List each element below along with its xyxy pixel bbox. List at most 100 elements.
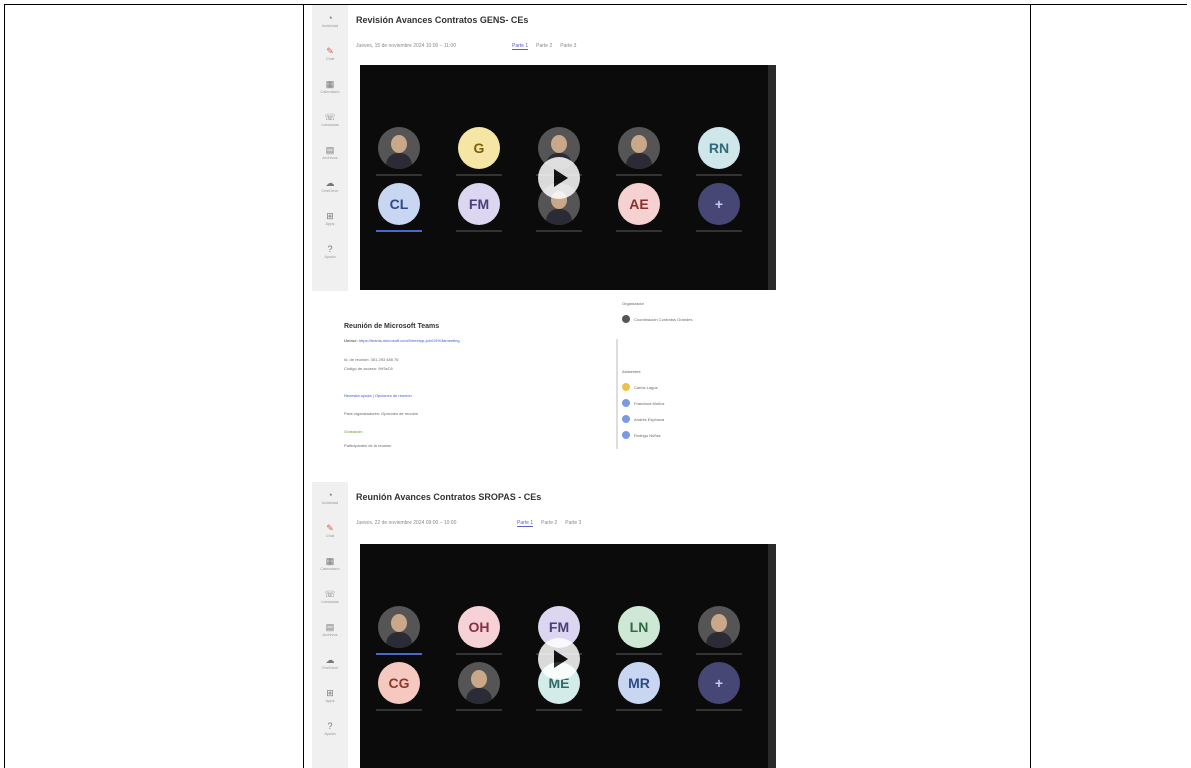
- participant-avatar: +: [698, 662, 740, 704]
- body-shape: [626, 153, 652, 169]
- activity-icon: ◔: [327, 13, 333, 23]
- meeting-id: Id. de reunión: 351 293 485 76: [344, 357, 399, 362]
- participant-name-bar: [616, 653, 662, 655]
- avatar: [622, 431, 630, 439]
- participant-avatar: CG: [378, 662, 420, 704]
- participant-name-bar: [536, 709, 582, 711]
- tab-part-1[interactable]: Parte 1: [512, 43, 529, 50]
- calendar-icon: ▦: [325, 79, 335, 89]
- participant-name-bar: [456, 174, 502, 176]
- tab-part-3[interactable]: Parte 3: [560, 43, 576, 50]
- join-link[interactable]: https://teams.microsoft.com/l/meetup-joi…: [359, 338, 460, 343]
- chat-icon: ✎: [326, 523, 334, 533]
- organizer-label: Organizador: [622, 301, 645, 306]
- help-icon: ?: [327, 721, 333, 731]
- help-link[interactable]: Necesita ayuda | Opciones de reunión: [344, 393, 412, 398]
- participant-name-bar: [696, 174, 742, 176]
- list-item[interactable]: Carlos Lagos: [622, 383, 658, 391]
- rail-item-apps[interactable]: ⊞ Apps: [320, 211, 340, 226]
- rail-item-onedrive[interactable]: ☁ OneDrive: [320, 178, 340, 193]
- rail-item-archivos[interactable]: ▤ Archivos: [320, 145, 340, 160]
- files-icon: ▤: [325, 145, 335, 155]
- participant-photo: [378, 127, 420, 169]
- recording-tabs: Parte 1 Parte 2 Parte 3: [512, 43, 576, 50]
- recording-label[interactable]: Grabación: [344, 429, 362, 434]
- participant-name-bar: [616, 174, 662, 176]
- tab-part-3[interactable]: Parte 3: [565, 520, 581, 527]
- list-item[interactable]: Andrés Espinoza: [622, 415, 664, 423]
- rail-item-llamadas[interactable]: ☏ Llamadas: [320, 112, 340, 127]
- organizer-options[interactable]: Para organizadores: Opciones de reunión: [344, 411, 418, 416]
- participant-avatar: OH: [458, 606, 500, 648]
- rail-label: Llamadas: [321, 599, 339, 604]
- rail-item-ayuda[interactable]: ? Ayuda: [320, 721, 340, 736]
- avatar: [622, 383, 630, 391]
- rail-item-ayuda[interactable]: ? Ayuda: [320, 244, 340, 259]
- rail-label: Chat: [325, 56, 335, 61]
- play-button[interactable]: [538, 638, 580, 680]
- head-shape: [391, 614, 407, 632]
- rail-item-actividad[interactable]: ◔ Actividad: [320, 490, 340, 505]
- tab-part-1[interactable]: Parte 1: [517, 520, 534, 527]
- meeting-recording-video[interactable]: OH FM LN CG ME MR +: [360, 544, 768, 768]
- participant-avatar: FM: [458, 183, 500, 225]
- scrollbar[interactable]: [768, 544, 776, 768]
- meeting-datetime: Jueves, 15 de noviembre 2024 10:00 – 11:…: [356, 43, 456, 49]
- scrollbar[interactable]: [768, 65, 776, 290]
- participant-name-bar: [696, 230, 742, 232]
- rail-item-chat[interactable]: ✎ Chat: [320, 523, 340, 538]
- rail-item-apps[interactable]: ⊞ Apps: [320, 688, 340, 703]
- teams-screenshot-1: ◔ Actividad ✎ Chat ▦ Calendario ☏ Llamadas ▤ Arch…: [312, 5, 776, 455]
- join-label: Unirse:: [344, 338, 358, 343]
- rail-label: Ayuda: [324, 254, 336, 259]
- rail-item-archivos[interactable]: ▤ Archivos: [320, 622, 340, 637]
- rail-label: Actividad: [321, 500, 339, 505]
- teams-screenshot-2: ◔ Actividad ✎ Chat ▦ Calendario ☏ Llamadas ▤ Arch…: [312, 482, 776, 768]
- rail-label: Llamadas: [321, 122, 339, 127]
- head-shape: [711, 614, 727, 632]
- body-shape: [386, 153, 412, 169]
- tab-part-2[interactable]: Parte 2: [536, 43, 552, 50]
- rail-item-actividad[interactable]: ◔ Actividad: [320, 13, 340, 28]
- avatar: [622, 315, 630, 323]
- meeting-recording-video[interactable]: G RN CL FM AE +: [360, 65, 768, 290]
- rail-item-calendario[interactable]: ▦ Calendario: [320, 79, 340, 94]
- table-divider: [303, 5, 304, 768]
- onedrive-icon: ☁: [325, 655, 335, 665]
- participant-avatar: CL: [378, 183, 420, 225]
- rail-item-calendario[interactable]: ▦ Calendario: [320, 556, 340, 571]
- rail-label: OneDrive: [321, 665, 339, 670]
- body-shape: [466, 688, 492, 704]
- organizer-item: Coordinación Contratos Grandes: [622, 315, 692, 323]
- tab-part-2[interactable]: Parte 2: [541, 520, 557, 527]
- play-button[interactable]: [538, 157, 580, 199]
- activity-icon: ◔: [327, 490, 333, 500]
- body-shape: [386, 632, 412, 648]
- rail-label: Apps: [325, 698, 335, 703]
- list-item[interactable]: Francisca Muñoz: [622, 399, 664, 407]
- details-heading: Reunión de Microsoft Teams: [344, 323, 440, 330]
- rail-item-llamadas[interactable]: ☏ Llamadas: [320, 589, 340, 604]
- calls-icon: ☏: [324, 112, 336, 122]
- participant-name-bar: [616, 230, 662, 232]
- attendees-label: Asistentes: [622, 369, 641, 374]
- avatar: [622, 399, 630, 407]
- files-icon: ▤: [325, 622, 335, 632]
- head-shape: [471, 670, 487, 688]
- rail-label: Apps: [325, 221, 335, 226]
- passcode: Código de acceso: 9H3zC6: [344, 366, 393, 371]
- head-shape: [551, 135, 567, 153]
- meeting-title: Revisión Avances Contratos GENS- CEs: [356, 15, 529, 25]
- participant-name-bar: [616, 709, 662, 711]
- participant-name-bar: [376, 174, 422, 176]
- apps-icon: ⊞: [326, 211, 334, 221]
- organizer-name: Coordinación Contratos Grandes: [634, 316, 693, 322]
- rail-item-chat[interactable]: ✎ Chat: [320, 46, 340, 61]
- teams-app-rail: ◔ Actividad ✎ Chat ▦ Calendario ☏ Llamadas ▤ Arch…: [312, 482, 348, 768]
- rail-item-onedrive[interactable]: ☁ OneDrive: [320, 655, 340, 670]
- list-item[interactable]: Rodrigo Núñez: [622, 431, 661, 439]
- join-line: Unirse: https://teams.microsoft.com/l/me…: [344, 338, 460, 343]
- rail-label: OneDrive: [321, 188, 339, 193]
- participant-name-bar: [696, 709, 742, 711]
- participant-name-bar: [376, 709, 422, 711]
